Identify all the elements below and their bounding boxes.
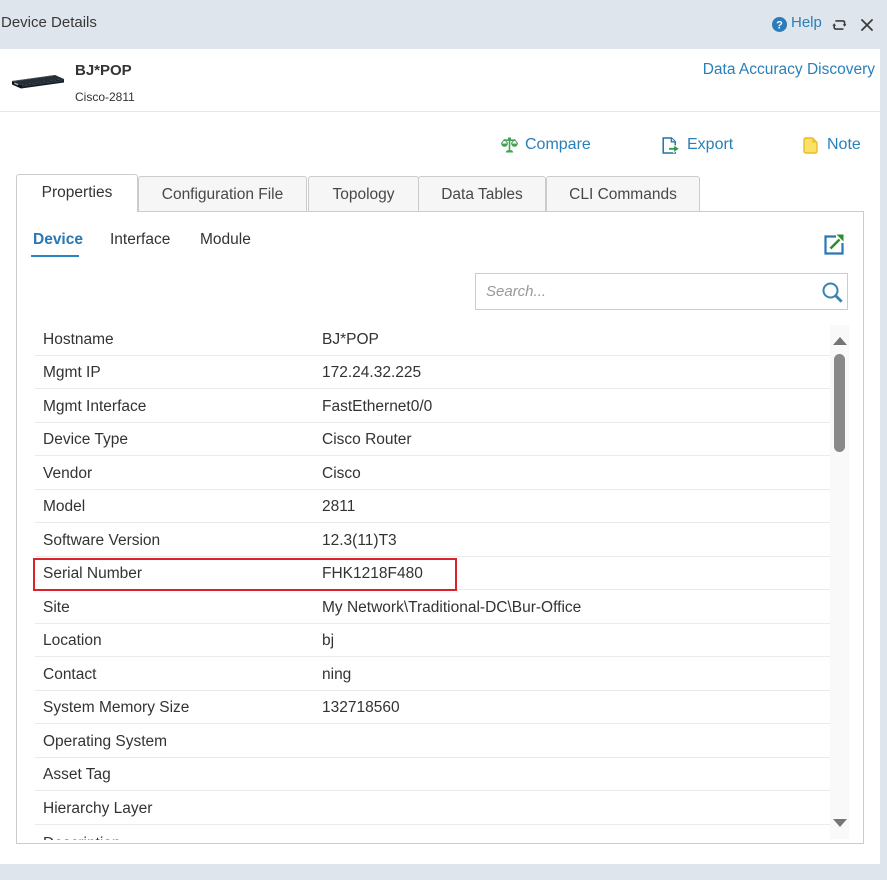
svg-text:?: ? bbox=[776, 19, 783, 31]
